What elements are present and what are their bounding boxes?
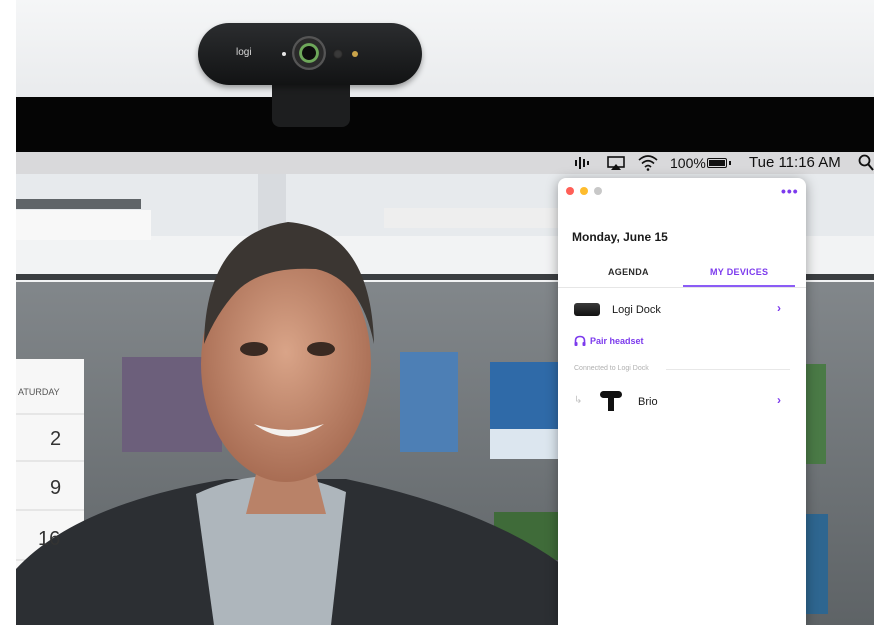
battery-percent: 100% [670, 155, 706, 171]
tab-bar: AGENDA MY DEVICES [558, 263, 806, 287]
webcam-mount [272, 85, 350, 127]
menu-bar-clock[interactable]: Tue 11:16 AM [749, 154, 841, 171]
dock-icon [574, 303, 600, 316]
device-row-brio[interactable]: ↳ Brio › [558, 389, 806, 415]
headset-icon [574, 335, 586, 346]
monitor-bezel [16, 97, 874, 154]
tab-my-devices[interactable]: MY DEVICES [710, 267, 768, 277]
zoom-button[interactable] [594, 187, 602, 195]
device-label: Logi Dock [612, 304, 661, 316]
menu-bar: 100% Tue 11:16 AM [16, 152, 874, 175]
screen: logi 100% Tue 11:16 AM ATURDAY 2 9 16 ••… [0, 0, 874, 625]
webcam-logo: logi [236, 47, 252, 58]
calendar-date: 9 [50, 477, 62, 499]
webcam: logi [198, 23, 422, 85]
webcam-lens [292, 36, 326, 70]
spotlight-search-icon[interactable] [858, 154, 874, 172]
close-button[interactable] [566, 187, 574, 195]
chevron-right-icon: › [777, 301, 781, 315]
pair-headset-label: Pair headset [590, 336, 644, 346]
wifi-icon[interactable] [638, 155, 658, 171]
current-date: Monday, June 15 [572, 230, 668, 244]
battery-icon[interactable] [707, 158, 727, 168]
connected-section-label: Connected to Logi Dock [574, 365, 649, 372]
sub-device-arrow-icon: ↳ [574, 395, 583, 406]
airplay-icon[interactable] [607, 156, 625, 170]
calendar-date: 2 [50, 428, 62, 450]
logi-popup-window: ••• Monday, June 15 AGENDA MY DEVICES Lo… [558, 178, 806, 625]
calendar-date: 16 [38, 528, 61, 550]
divider [666, 369, 790, 370]
audio-levels-icon[interactable] [575, 157, 591, 169]
tab-agenda[interactable]: AGENDA [608, 267, 649, 277]
more-options-icon[interactable]: ••• [781, 183, 799, 199]
chevron-right-icon: › [777, 393, 781, 407]
wall-background [16, 0, 874, 98]
webcam-indicator [282, 52, 286, 56]
webcam-sensor-dot [352, 51, 358, 57]
device-row-logi-dock[interactable]: Logi Dock › [558, 297, 806, 323]
minimize-button[interactable] [580, 187, 588, 195]
battery-fill [709, 160, 725, 166]
device-label: Brio [638, 396, 658, 408]
calendar-day: ATURDAY [18, 387, 60, 397]
webcam-icon [600, 391, 622, 411]
webcam-sensor [333, 49, 343, 59]
battery-nub [729, 161, 731, 165]
divider [558, 287, 806, 288]
